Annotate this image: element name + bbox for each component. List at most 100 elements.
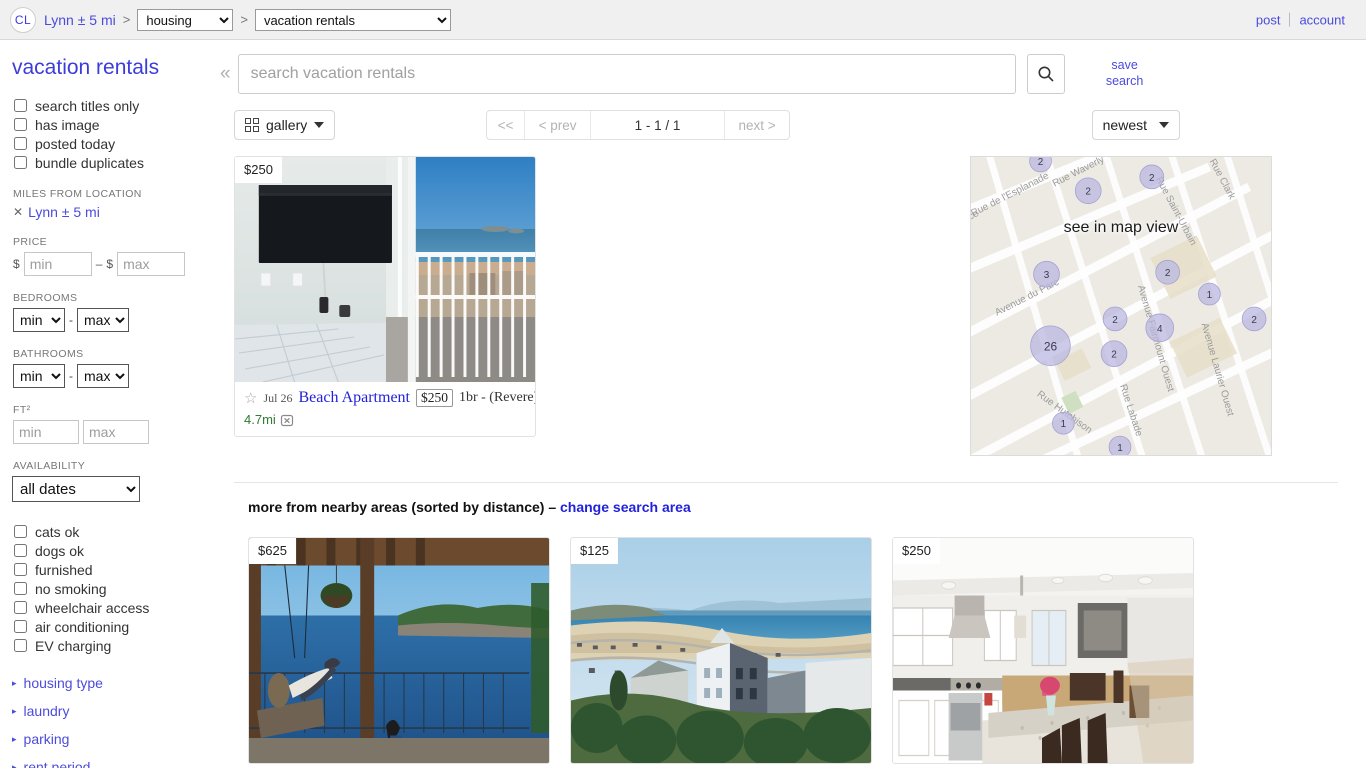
filter-ev-charging[interactable]: EV charging	[12, 636, 220, 655]
listing-photo[interactable]: $250	[235, 157, 535, 382]
filter-label: furnished	[35, 561, 93, 578]
svg-text:2: 2	[1038, 157, 1044, 168]
favorite-star-icon[interactable]: ☆	[244, 391, 257, 406]
expander-label[interactable]: rent period	[24, 759, 91, 768]
breadcrumb-separator-1: >	[122, 12, 131, 27]
listing-title-link[interactable]: Beach Apartment	[298, 389, 410, 407]
applied-filter-link[interactable]: Lynn ± 5 mi	[28, 204, 100, 220]
craigslist-logo-icon[interactable]: CL	[10, 6, 36, 33]
search-icon	[1038, 66, 1054, 82]
bedrooms-min-select[interactable]: min	[13, 308, 65, 332]
filter-bundle-duplicates[interactable]: bundle duplicates	[12, 153, 220, 172]
account-link[interactable]: account	[1290, 12, 1354, 27]
filter-label: dogs ok	[35, 542, 85, 559]
pager-count-label: 1 - 1 / 1	[591, 111, 726, 139]
search-row: « save search	[220, 54, 1352, 94]
filter-air-conditioning[interactable]: air conditioning	[12, 617, 220, 636]
expander-housing-type[interactable]: ▸ housing type	[12, 675, 220, 691]
listing-photo[interactable]: $250	[893, 538, 1193, 763]
svg-text:3: 3	[1044, 270, 1050, 281]
expander-laundry[interactable]: ▸ laundry	[12, 703, 220, 719]
expander-label[interactable]: laundry	[24, 703, 70, 719]
listing-price-tag: $625	[249, 538, 296, 564]
filter-wheelchair-access[interactable]: wheelchair access	[12, 598, 220, 617]
bedrooms-max-select[interactable]: max	[77, 308, 129, 332]
wheelchair-access-checkbox[interactable]	[14, 601, 27, 614]
svg-text:2: 2	[1085, 187, 1091, 198]
change-search-area-link[interactable]: change search area	[560, 499, 691, 515]
filter-label: posted today	[35, 135, 116, 152]
view-mode-button[interactable]: gallery	[234, 110, 336, 140]
expander-label[interactable]: parking	[24, 731, 70, 747]
listing-photo[interactable]: $125	[571, 538, 871, 763]
filter-label: search titles only	[35, 97, 140, 114]
save-search-button[interactable]: save search	[1097, 54, 1153, 89]
post-link[interactable]: post	[1247, 12, 1290, 27]
svg-text:1: 1	[1207, 290, 1213, 301]
search-button[interactable]	[1026, 54, 1065, 94]
nearby-listing-card[interactable]: $625	[248, 537, 550, 764]
search-input[interactable]	[237, 54, 1016, 94]
posted-today-checkbox[interactable]	[14, 137, 27, 150]
sqft-max-input[interactable]	[83, 420, 149, 444]
furnished-checkbox[interactable]	[14, 563, 27, 576]
bathrooms-max-select[interactable]: max	[77, 364, 129, 388]
bathrooms-min-select[interactable]: min	[13, 364, 65, 388]
map-preview[interactable]: Rue de l'Esplanade Rue Waverly Rue Saint…	[970, 156, 1272, 456]
top-header-bar: CL Lynn ± 5 mi > housing > vacation rent…	[0, 0, 1366, 40]
search-titles-only-checkbox[interactable]	[14, 99, 27, 112]
availability-select[interactable]: all dates	[12, 476, 140, 502]
listing-card[interactable]: $250 ☆ Jul 26 Beach Apartment $250 1br -…	[234, 156, 536, 437]
filter-has-image[interactable]: has image	[12, 115, 220, 134]
sqft-range-row	[13, 420, 220, 444]
pager-prev-button[interactable]: < prev	[525, 111, 592, 139]
sqft-min-input[interactable]	[13, 420, 79, 444]
svg-text:4: 4	[1157, 324, 1163, 335]
chevron-right-icon: ▸	[12, 677, 17, 688]
expander-label[interactable]: housing type	[24, 675, 103, 691]
filter-posted-today[interactable]: posted today	[12, 134, 220, 153]
no-smoking-checkbox[interactable]	[14, 582, 27, 595]
filter-no-smoking[interactable]: no smoking	[12, 579, 220, 598]
sqft-label: FT²	[13, 404, 31, 416]
hide-listing-icon[interactable]	[280, 413, 294, 427]
chevron-right-icon: ▸	[12, 761, 17, 768]
category-group-select[interactable]: housing	[137, 8, 234, 31]
listing-price-tag: $250	[893, 538, 940, 564]
nearby-listing-card[interactable]: $250	[892, 537, 1194, 764]
applied-location-filter: ✕ Lynn ± 5 mi	[13, 204, 220, 220]
cats-ok-checkbox[interactable]	[14, 525, 27, 538]
ev-charging-checkbox[interactable]	[14, 639, 27, 652]
filter-search-titles-only[interactable]: search titles only	[12, 96, 220, 115]
sort-button[interactable]: newest	[1091, 110, 1180, 140]
bundle-duplicates-checkbox[interactable]	[14, 156, 27, 169]
save-search-line2: search	[1105, 74, 1144, 88]
remove-filter-icon[interactable]: ✕	[13, 206, 23, 218]
pager-first-button[interactable]: <<	[487, 111, 526, 139]
expander-rent-period[interactable]: ▸ rent period	[12, 759, 220, 768]
breadcrumb-location-link[interactable]: Lynn ± 5 mi	[44, 12, 116, 28]
svg-text:2: 2	[1149, 173, 1155, 184]
price-min-input[interactable]	[23, 252, 92, 276]
bedrooms-hyphen: -	[69, 313, 73, 327]
deck-porch-swing-bay-view-image	[249, 538, 549, 763]
price-max-input[interactable]	[117, 252, 186, 276]
gallery-grid-icon	[245, 118, 259, 132]
nearby-listing-card[interactable]: $125	[570, 537, 872, 764]
listing-date: Jul 26	[263, 390, 293, 405]
pager-next-button[interactable]: next >	[725, 111, 789, 139]
filter-cats-ok[interactable]: cats ok	[12, 522, 220, 541]
expander-parking[interactable]: ▸ parking	[12, 731, 220, 747]
dogs-ok-checkbox[interactable]	[14, 544, 27, 557]
collapse-sidebar-icon[interactable]: «	[220, 54, 238, 94]
listing-distance-row: 4.7mi	[244, 412, 527, 427]
has-image-checkbox[interactable]	[14, 118, 27, 131]
filter-furnished[interactable]: furnished	[12, 560, 220, 579]
listing-photo[interactable]: $625	[249, 538, 549, 763]
category-select[interactable]: vacation rentals	[254, 8, 451, 31]
listing-details: ☆ Jul 26 Beach Apartment $250 1br - (Rev…	[235, 382, 535, 436]
filter-dogs-ok[interactable]: dogs ok	[12, 541, 220, 560]
miles-from-location-label: MILES FROM LOCATION	[13, 188, 142, 200]
nearby-heading-text: more from nearby areas (sorted by distan…	[248, 499, 557, 515]
air-conditioning-checkbox[interactable]	[14, 620, 27, 633]
